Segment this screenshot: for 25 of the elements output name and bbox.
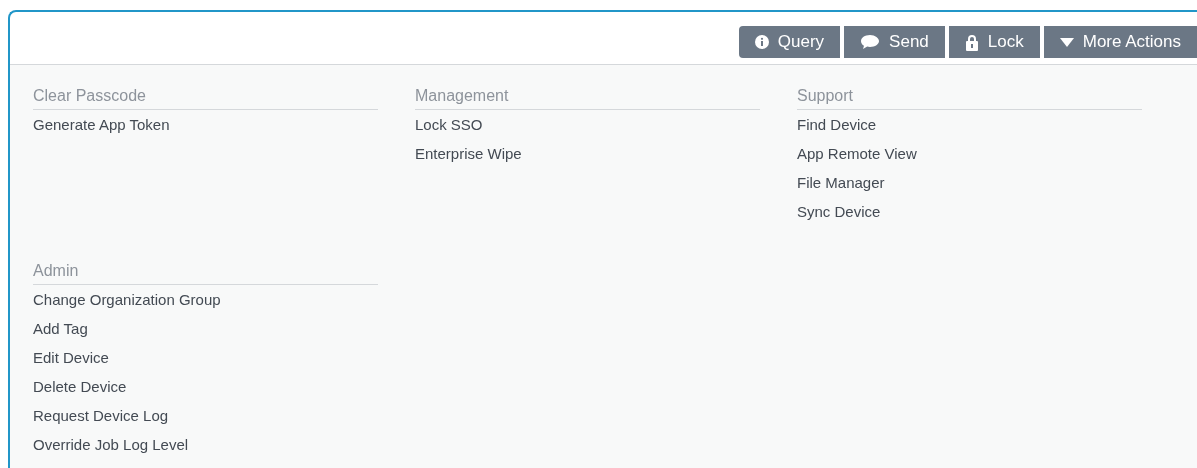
speech-bubble-icon: [860, 34, 881, 50]
menu-item[interactable]: Override Job Log Level: [33, 430, 378, 459]
menu-item[interactable]: File Manager: [797, 168, 1142, 197]
group-heading: Management: [415, 85, 760, 110]
lock-icon: [964, 33, 979, 51]
toolbar-button[interactable]: Send: [844, 26, 945, 58]
menu-item[interactable]: Change Organization Group: [33, 285, 378, 314]
toolbar-button[interactable]: More Actions: [1043, 26, 1197, 58]
menu-item[interactable]: Delete Device: [33, 372, 378, 401]
group-heading: Admin: [33, 260, 378, 285]
group-heading: Support: [797, 85, 1142, 110]
menu-item[interactable]: Add Tag: [33, 314, 378, 343]
menu-item[interactable]: App Remote View: [797, 139, 1142, 168]
toolbar-button[interactable]: Lock: [948, 26, 1040, 58]
menu-item[interactable]: Enterprise Wipe: [415, 139, 760, 168]
menu-item[interactable]: Sync Device: [797, 197, 1142, 226]
toolbar-button[interactable]: Query: [738, 26, 841, 58]
info-icon: [754, 35, 769, 49]
menu-item[interactable]: Generate App Token: [33, 110, 378, 139]
menu-item[interactable]: Edit Device: [33, 343, 378, 372]
menu-item[interactable]: Request Device Log: [33, 401, 378, 430]
caret-icon: [1059, 37, 1074, 47]
group-heading: Clear Passcode: [33, 85, 378, 110]
menu-item[interactable]: Lock SSO: [415, 110, 760, 139]
menu-item[interactable]: Find Device: [797, 110, 1142, 139]
